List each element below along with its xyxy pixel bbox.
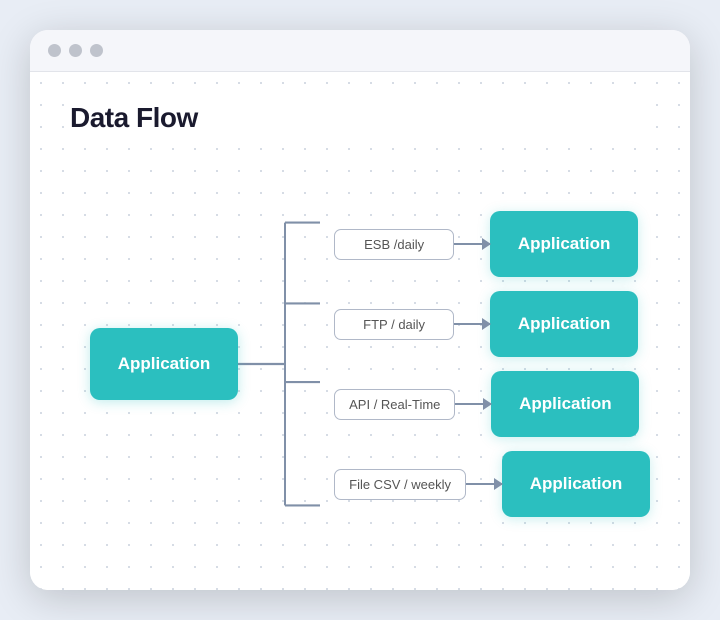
target-node-4: Application xyxy=(502,451,650,517)
window-dot-2 xyxy=(69,44,82,57)
target-node-3: Application xyxy=(491,371,639,437)
arrow-1 xyxy=(454,243,490,245)
window-dot-1 xyxy=(48,44,61,57)
target-row-4: File CSV / weekly Application xyxy=(334,451,650,517)
targets-column: ESB /daily Application FTP / daily Appli… xyxy=(334,211,650,517)
arrow-4 xyxy=(466,483,502,485)
diagram-content: Data Flow Application xyxy=(30,72,690,590)
label-pill-3: API / Real-Time xyxy=(334,389,455,420)
main-window: Data Flow Application xyxy=(30,30,690,590)
target-node-1: Application xyxy=(490,211,638,277)
diagram-title: Data Flow xyxy=(70,102,650,134)
label-pill-4: File CSV / weekly xyxy=(334,469,466,500)
target-row-1: ESB /daily Application xyxy=(334,211,650,277)
target-row-2: FTP / daily Application xyxy=(334,291,650,357)
target-row-3: API / Real-Time Application xyxy=(334,371,650,437)
label-pill-2: FTP / daily xyxy=(334,309,454,340)
label-pill-1: ESB /daily xyxy=(334,229,454,260)
arrow-3 xyxy=(455,403,491,405)
title-bar xyxy=(30,30,690,72)
target-node-2: Application xyxy=(490,291,638,357)
diagram-area: Application xyxy=(70,162,650,566)
arrow-2 xyxy=(454,323,490,325)
source-application-node: Application xyxy=(90,328,238,400)
window-dot-3 xyxy=(90,44,103,57)
